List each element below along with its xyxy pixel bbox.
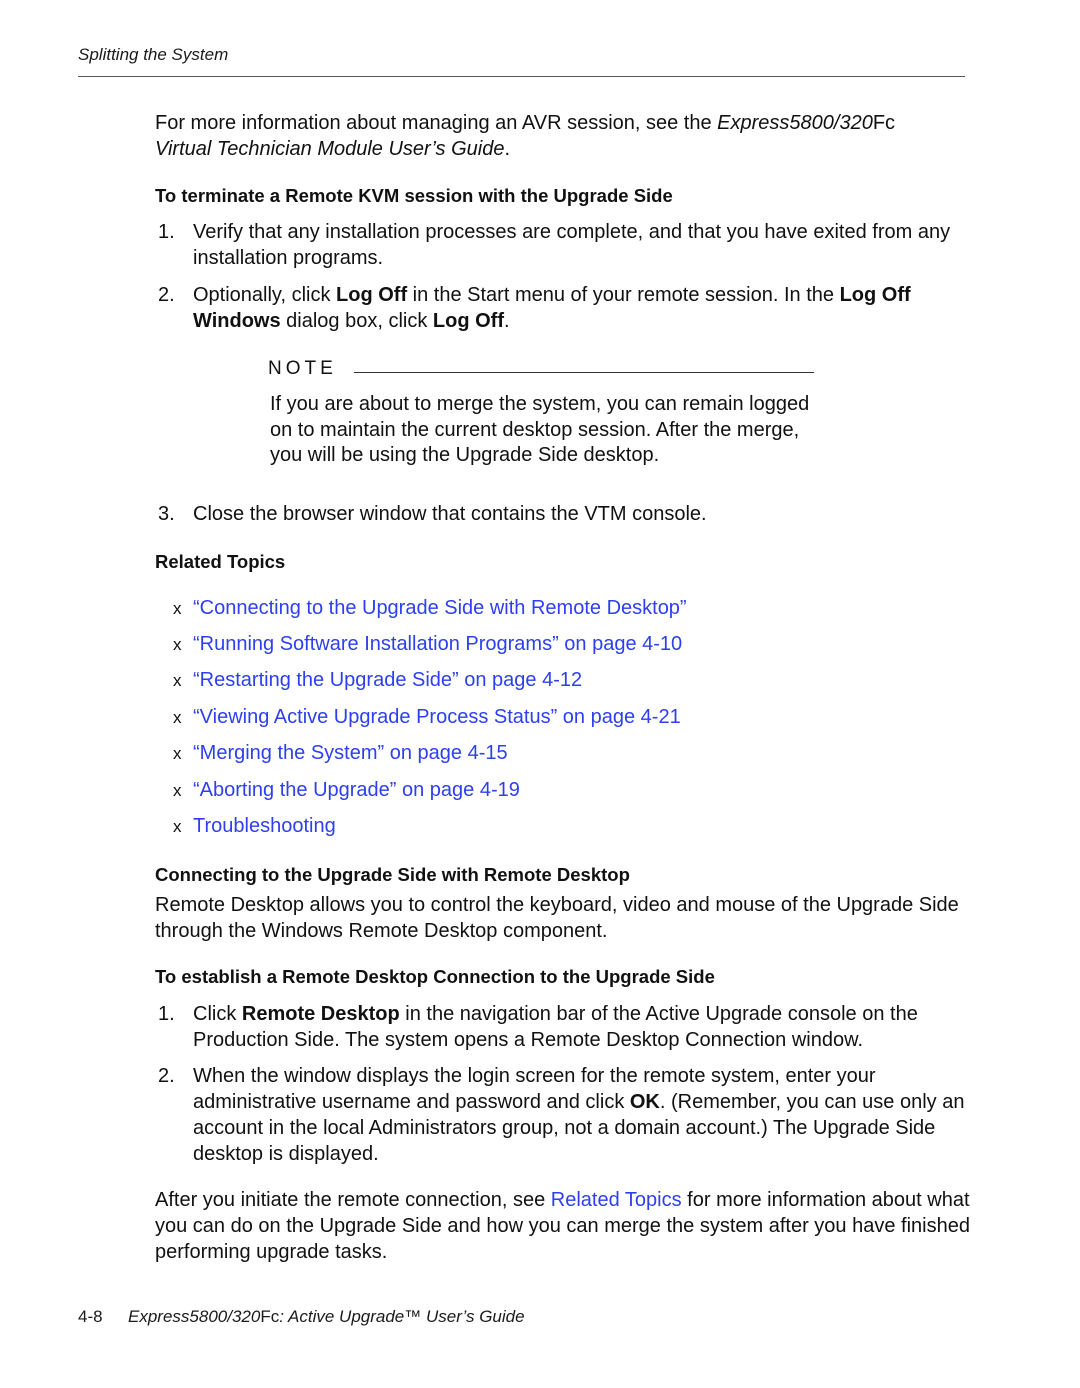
note-text: If you are about to merge the system, yo… <box>270 393 810 466</box>
step-text: Close the browser window that contains t… <box>193 503 707 525</box>
step-number: 1. <box>158 221 175 243</box>
related-topic-link[interactable]: “Restarting the Upgrade Side” on page 4-… <box>193 669 582 692</box>
guide-title-suffix: Fc <box>872 112 896 134</box>
intro-paragraph: For more information about managing an A… <box>155 110 965 162</box>
rdp-heading: Connecting to the Upgrade Side with Remo… <box>155 864 630 885</box>
footer-title-italic: Express5800/320 <box>128 1307 261 1326</box>
rdp-subheading: To establish a Remote Desktop Connection… <box>155 966 715 987</box>
step-text: Click Remote Desktop in the navigation b… <box>193 1001 968 1053</box>
kvm-step-2: 2. Optionally, click Log Off in the Star… <box>158 282 968 334</box>
related-topic-link[interactable]: “Running Software Installation Programs”… <box>193 633 682 656</box>
page-number: 4-8 <box>78 1307 103 1326</box>
text-run: in the Start menu of your remote session… <box>407 284 840 306</box>
related-topic-item: x “Restarting the Upgrade Side” on page … <box>173 669 582 692</box>
kvm-heading: To terminate a Remote KVM session with t… <box>155 185 673 206</box>
ui-term: Log Off <box>336 284 408 306</box>
guide-title-italic: Express5800/320 <box>717 112 873 134</box>
kvm-step-1: 1. Verify that any installation processe… <box>158 219 968 271</box>
related-topic-item: x “Aborting the Upgrade” on page 4-19 <box>173 779 520 802</box>
bullet-icon: x <box>173 781 182 800</box>
bullet-icon: x <box>173 635 182 654</box>
step-number: 2. <box>158 284 175 306</box>
step-number: 3. <box>158 503 175 525</box>
related-topic-link[interactable]: “Viewing Active Upgrade Process Status” … <box>193 706 681 729</box>
rdp-step-2: 2. When the window displays the login sc… <box>158 1063 968 1167</box>
text-run: . <box>503 310 510 332</box>
bullet-icon: x <box>173 744 182 763</box>
guide-title-line2: Virtual Technician Module User’s Guide <box>155 138 505 160</box>
note-label: NOTE <box>268 358 337 379</box>
related-topic-item: x “Connecting to the Upgrade Side with R… <box>173 597 687 620</box>
note-rule <box>354 372 814 373</box>
rdp-step-1: 1. Click Remote Desktop in the navigatio… <box>158 1001 968 1053</box>
bullet-icon: x <box>173 671 182 690</box>
rdp-intro: Remote Desktop allows you to control the… <box>155 894 959 942</box>
related-topic-link[interactable]: “Aborting the Upgrade” on page 4-19 <box>193 779 520 802</box>
header-rule <box>78 76 965 77</box>
related-topic-item: x “Merging the System” on page 4-15 <box>173 742 508 765</box>
rdp-closing: After you initiate the remote connection… <box>155 1187 970 1265</box>
ui-term: Remote Desktop <box>241 1003 400 1025</box>
text-run: Optionally, click <box>193 284 337 306</box>
step-number: 2. <box>158 1065 175 1087</box>
related-topic-item: x “Viewing Active Upgrade Process Status… <box>173 706 681 729</box>
step-text: Verify that any installation processes a… <box>193 221 951 269</box>
ui-term: Log Off <box>432 310 504 332</box>
kvm-step-3: 3. Close the browser window that contain… <box>158 501 968 527</box>
intro-period: . <box>504 138 511 160</box>
footer-title-rest: : Active Upgrade™ User’s Guide <box>279 1307 525 1326</box>
text-run: Click <box>193 1003 242 1025</box>
footer-title: Express5800/320Fc: Active Upgrade™ User’… <box>128 1307 525 1326</box>
related-topic-link[interactable]: “Connecting to the Upgrade Side with Rem… <box>193 597 687 620</box>
related-topic-item: x Troubleshooting <box>173 815 336 838</box>
text-run: After you initiate the remote connection… <box>155 1189 551 1211</box>
bullet-icon: x <box>173 599 182 618</box>
related-topic-link[interactable]: Troubleshooting <box>193 815 336 838</box>
related-topic-item: x “Running Software Installation Program… <box>173 633 682 656</box>
step-text: Optionally, click Log Off in the Start m… <box>193 282 968 334</box>
related-topic-link[interactable]: “Merging the System” on page 4-15 <box>193 742 508 765</box>
running-header: Splitting the System <box>78 45 229 64</box>
related-topics-heading: Related Topics <box>155 551 286 572</box>
bullet-icon: x <box>173 708 182 727</box>
ui-term: OK <box>629 1091 660 1113</box>
step-text: When the window displays the login scree… <box>193 1063 968 1167</box>
related-topics-link[interactable]: Related Topics <box>551 1189 682 1211</box>
footer-title-suffix: Fc <box>260 1307 280 1326</box>
step-number: 1. <box>158 1003 175 1025</box>
page-footer: 4-8 Express5800/320Fc: Active Upgrade™ Us… <box>78 1307 525 1327</box>
text-run: dialog box, click <box>280 310 433 332</box>
intro-text: For more information about managing an A… <box>155 112 718 134</box>
bullet-icon: x <box>173 817 182 836</box>
